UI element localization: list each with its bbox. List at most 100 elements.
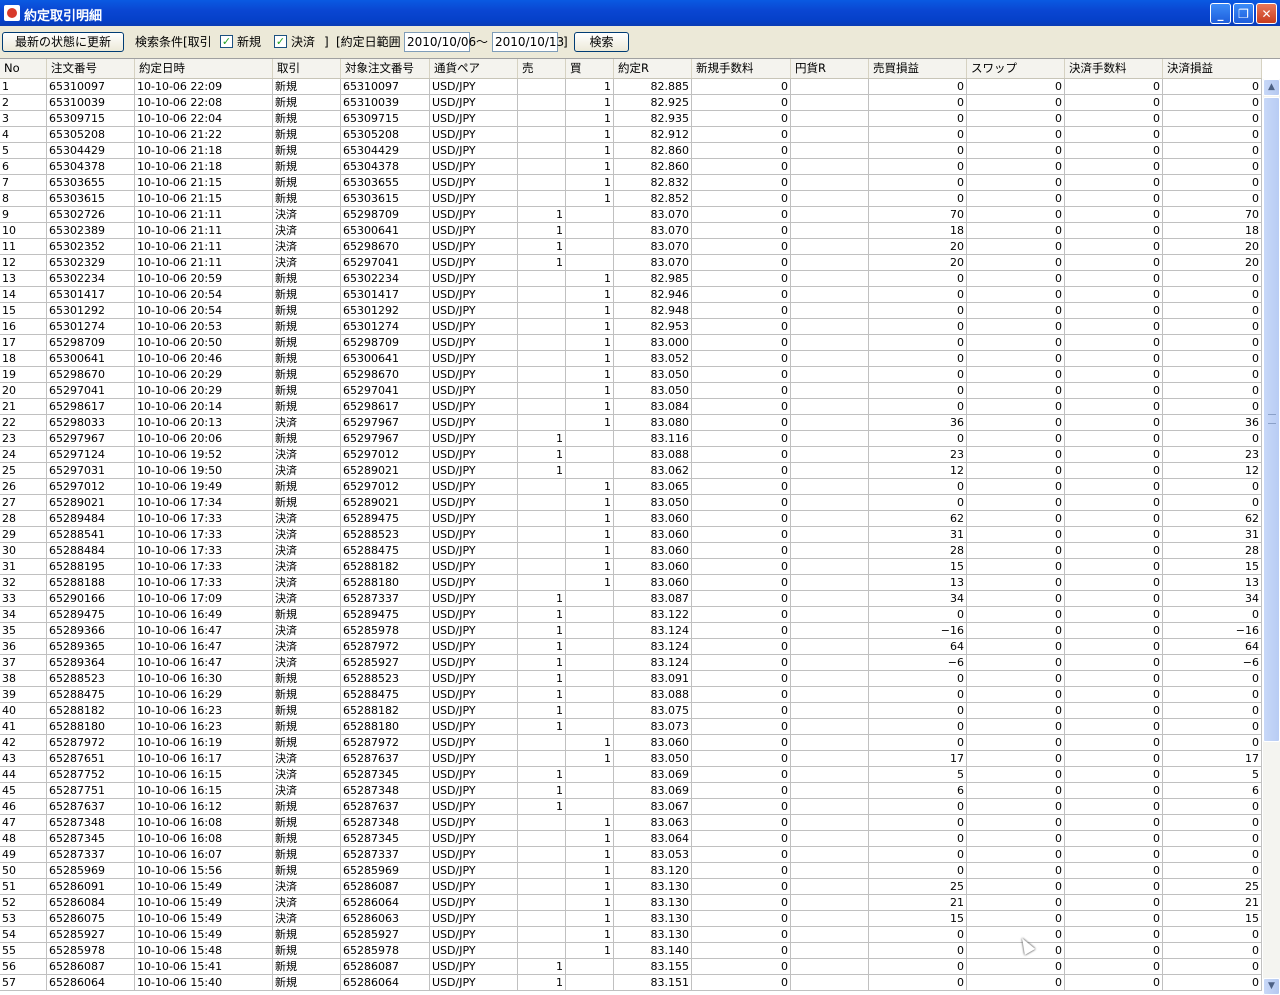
scroll-down-icon[interactable]: ▼	[1263, 978, 1280, 995]
table-row[interactable]: 19 65298670 10-10-06 20:29 新規 65298670 USD/JP…	[0, 367, 1262, 383]
table-cell: USD/JPY	[430, 639, 518, 655]
table-row[interactable]: 25 65297031 10-10-06 19:50 決済 65289021 USD/JP…	[0, 463, 1262, 479]
table-row[interactable]: 22 65298033 10-10-06 20:13 決済 65297967 USD/JP…	[0, 415, 1262, 431]
table-row[interactable]: 38 65288523 10-10-06 16:30 新規 65288523 USD/JP…	[0, 671, 1262, 687]
date-to-input[interactable]: 2010/10/13	[492, 32, 564, 52]
column-header[interactable]: 決済手数料	[1065, 59, 1163, 78]
close-button[interactable]: ✕	[1256, 3, 1277, 24]
table-row[interactable]: 28 65289484 10-10-06 17:33 決済 65289475 USD/JP…	[0, 511, 1262, 527]
table-row[interactable]: 14 65301417 10-10-06 20:54 新規 65301417 USD/JP…	[0, 287, 1262, 303]
search-button[interactable]: 検索	[574, 32, 629, 52]
table-row[interactable]: 3 65309715 10-10-06 22:04 新規 65309715 USD/JPY…	[0, 111, 1262, 127]
table-cell: 0	[1065, 831, 1163, 847]
table-row[interactable]: 23 65297967 10-10-06 20:06 新規 65297967 USD/JP…	[0, 431, 1262, 447]
table-row[interactable]: 41 65288180 10-10-06 16:23 新規 65288180 USD/JP…	[0, 719, 1262, 735]
table-row[interactable]: 42 65287972 10-10-06 16:19 新規 65287972 USD/JP…	[0, 735, 1262, 751]
table-cell	[791, 207, 869, 223]
table-row[interactable]: 1 65310097 10-10-06 22:09 新規 65310097 USD/JPY…	[0, 79, 1262, 95]
table-row[interactable]: 48 65287345 10-10-06 16:08 新規 65287345 USD/JP…	[0, 831, 1262, 847]
table-row[interactable]: 49 65287337 10-10-06 16:07 新規 65287337 USD/JP…	[0, 847, 1262, 863]
column-header[interactable]: 買	[566, 59, 614, 78]
table-row[interactable]: 43 65287651 10-10-06 16:17 決済 65287637 USD/JP…	[0, 751, 1262, 767]
column-header[interactable]: スワップ	[967, 59, 1065, 78]
column-header[interactable]: 決済損益	[1163, 59, 1262, 78]
table-row[interactable]: 36 65289365 10-10-06 16:47 決済 65287972 USD/JP…	[0, 639, 1262, 655]
table-row[interactable]: 26 65297012 10-10-06 19:49 新規 65297012 USD/JP…	[0, 479, 1262, 495]
column-header[interactable]: 通貨ペア	[430, 59, 518, 78]
column-header[interactable]: 約定日時	[135, 59, 273, 78]
column-header[interactable]: 売買損益	[869, 59, 967, 78]
maximize-button[interactable]: ❐	[1233, 3, 1254, 24]
table-row[interactable]: 27 65289021 10-10-06 17:34 新規 65289021 USD/JP…	[0, 495, 1262, 511]
column-header[interactable]: 注文番号	[47, 59, 135, 78]
table-row[interactable]: 4 65305208 10-10-06 21:22 新規 65305208 USD/JPY…	[0, 127, 1262, 143]
column-header[interactable]: 新規手数料	[692, 59, 791, 78]
table-row[interactable]: 10 65302389 10-10-06 21:11 決済 65300641 USD/JP…	[0, 223, 1262, 239]
table-row[interactable]: 53 65286075 10-10-06 15:49 決済 65286063 USD/JP…	[0, 911, 1262, 927]
minimize-button[interactable]: _	[1210, 3, 1231, 24]
table-row[interactable]: 34 65289475 10-10-06 16:49 新規 65289475 USD/JP…	[0, 607, 1262, 623]
table-cell: 10-10-06 20:50	[135, 335, 273, 351]
table-row[interactable]: 51 65286091 10-10-06 15:49 決済 65286087 USD/JP…	[0, 879, 1262, 895]
table-cell	[566, 975, 614, 991]
window-title: 約定取引明細	[24, 9, 103, 24]
table-row[interactable]: 20 65297041 10-10-06 20:29 新規 65297041 USD/JP…	[0, 383, 1262, 399]
table-row[interactable]: 29 65288541 10-10-06 17:33 決済 65288523 USD/JP…	[0, 527, 1262, 543]
table-row[interactable]: 16 65301274 10-10-06 20:53 新規 65301274 USD/JP…	[0, 319, 1262, 335]
scroll-up-icon[interactable]: ▲	[1263, 79, 1280, 96]
table-cell	[791, 191, 869, 207]
table-row[interactable]: 45 65287751 10-10-06 16:15 決済 65287348 USD/JP…	[0, 783, 1262, 799]
refresh-button[interactable]: 最新の状態に更新	[2, 32, 124, 52]
table-row[interactable]: 21 65298617 10-10-06 20:14 新規 65298617 USD/JP…	[0, 399, 1262, 415]
table-row[interactable]: 54 65285927 10-10-06 15:49 新規 65285927 USD/JP…	[0, 927, 1262, 943]
table-row[interactable]: 55 65285978 10-10-06 15:48 新規 65285978 USD/JP…	[0, 943, 1262, 959]
table-row[interactable]: 47 65287348 10-10-06 16:08 新規 65287348 USD/JP…	[0, 815, 1262, 831]
column-header[interactable]: 対象注文番号	[341, 59, 430, 78]
table-row[interactable]: 2 65310039 10-10-06 22:08 新規 65310039 USD/JPY…	[0, 95, 1262, 111]
table-row[interactable]: 46 65287637 10-10-06 16:12 新規 65287637 USD/JP…	[0, 799, 1262, 815]
column-header[interactable]: 売	[518, 59, 566, 78]
table-row[interactable]: 8 65303615 10-10-06 21:15 新規 65303615 USD/JPY…	[0, 191, 1262, 207]
table-row[interactable]: 32 65288188 10-10-06 17:33 決済 65288180 USD/JP…	[0, 575, 1262, 591]
table-row[interactable]: 9 65302726 10-10-06 21:11 決済 65298709 USD/JPY…	[0, 207, 1262, 223]
table-row[interactable]: 44 65287752 10-10-06 16:15 決済 65287345 USD/JP…	[0, 767, 1262, 783]
table-row[interactable]: 5 65304429 10-10-06 21:18 新規 65304429 USD/JPY…	[0, 143, 1262, 159]
table-row[interactable]: 18 65300641 10-10-06 20:46 新規 65300641 USD/JP…	[0, 351, 1262, 367]
table-row[interactable]: 7 65303655 10-10-06 21:15 新規 65303655 USD/JPY…	[0, 175, 1262, 191]
table-row[interactable]: 15 65301292 10-10-06 20:54 新規 65301292 USD/JP…	[0, 303, 1262, 319]
table-row[interactable]: 35 65289366 10-10-06 16:47 決済 65285978 USD/JP…	[0, 623, 1262, 639]
table-row[interactable]: 33 65290166 10-10-06 17:09 決済 65287337 USD/JP…	[0, 591, 1262, 607]
table-row[interactable]: 50 65285969 10-10-06 15:56 新規 65285969 USD/JP…	[0, 863, 1262, 879]
table-row[interactable]: 39 65288475 10-10-06 16:29 新規 65288475 USD/JP…	[0, 687, 1262, 703]
table-row[interactable]: 30 65288484 10-10-06 17:33 決済 65288475 USD/JP…	[0, 543, 1262, 559]
table-cell: 1	[566, 927, 614, 943]
table-row[interactable]: 24 65297124 10-10-06 19:52 決済 65297012 USD/JP…	[0, 447, 1262, 463]
table-row[interactable]: 57 65286064 10-10-06 15:40 新規 65286064 USD/JP…	[0, 975, 1262, 991]
table-cell: 10-10-06 20:54	[135, 303, 273, 319]
date-from-input[interactable]: 2010/10/06	[404, 32, 476, 52]
table-row[interactable]: 13 65302234 10-10-06 20:59 新規 65302234 USD/JP…	[0, 271, 1262, 287]
settle-checkbox[interactable]: ✓	[274, 35, 287, 48]
table-row[interactable]: 31 65288195 10-10-06 17:33 決済 65288182 USD/JP…	[0, 559, 1262, 575]
table-row[interactable]: 11 65302352 10-10-06 21:11 決済 65298670 USD/JP…	[0, 239, 1262, 255]
table-row[interactable]: 17 65298709 10-10-06 20:50 新規 65298709 USD/JP…	[0, 335, 1262, 351]
table-cell: 8	[0, 191, 47, 207]
column-header[interactable]: 約定R	[614, 59, 692, 78]
new-checkbox[interactable]: ✓	[220, 35, 233, 48]
table-row[interactable]: 52 65286084 10-10-06 15:49 決済 65286064 USD/JP…	[0, 895, 1262, 911]
table-cell: 52	[0, 895, 47, 911]
table-row[interactable]: 12 65302329 10-10-06 21:11 決済 65297041 USD/JP…	[0, 255, 1262, 271]
table-row[interactable]: 56 65286087 10-10-06 15:41 新規 65286087 USD/JP…	[0, 959, 1262, 975]
column-header[interactable]: No	[0, 59, 47, 78]
table-row[interactable]: 6 65304378 10-10-06 21:18 新規 65304378 USD/JPY…	[0, 159, 1262, 175]
table-row[interactable]: 37 65289364 10-10-06 16:47 決済 65285927 USD/JP…	[0, 655, 1262, 671]
table-cell: 65288188	[47, 575, 135, 591]
table-cell: USD/JPY	[430, 879, 518, 895]
table-row[interactable]: 40 65288182 10-10-06 16:23 新規 65288182 USD/JP…	[0, 703, 1262, 719]
vertical-scrollbar[interactable]: ▲ ▼	[1263, 79, 1280, 995]
table-cell: 65286087	[341, 879, 430, 895]
table-cell: 0	[692, 463, 791, 479]
column-header[interactable]: 取引	[273, 59, 341, 78]
column-header[interactable]: 円貨R	[791, 59, 869, 78]
scroll-thumb[interactable]	[1263, 97, 1280, 742]
